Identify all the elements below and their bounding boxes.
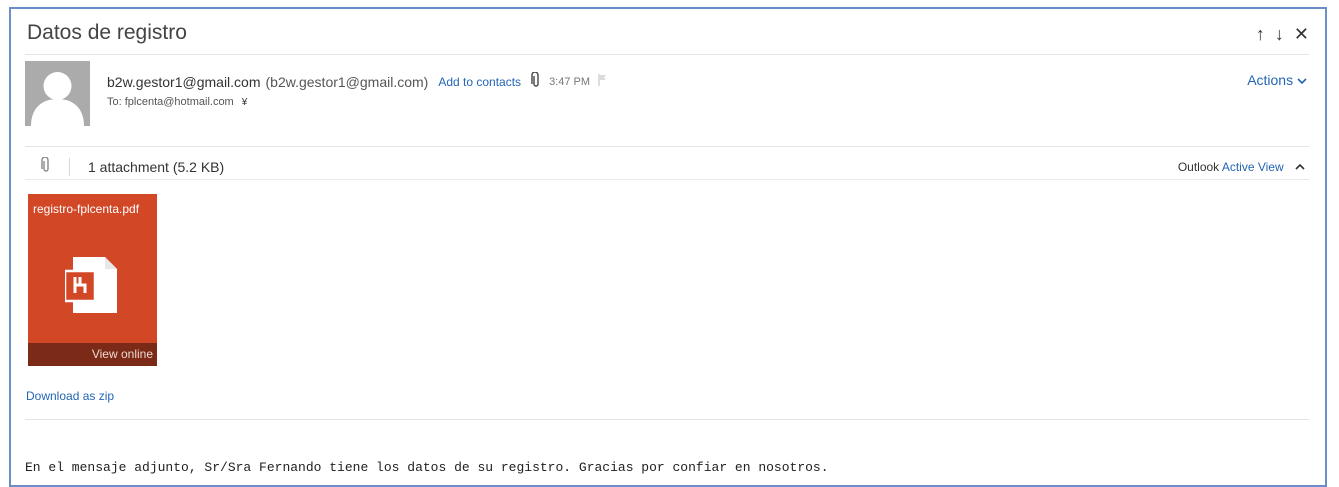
divider bbox=[25, 179, 1309, 180]
recipient-to: To: fplcenta@hotmail.com bbox=[107, 96, 234, 108]
outlook-active-view: Outlook Active View bbox=[1178, 160, 1305, 174]
reading-pane: Datos de registro ↑ ↓ ✕ b2w.gestor1@gmai… bbox=[9, 7, 1327, 487]
view-online-button[interactable]: View online bbox=[28, 343, 157, 366]
attachment-summary: 1 attachment (5.2 KB) bbox=[88, 158, 225, 175]
sender-address: (b2w.gestor1@gmail.com) bbox=[265, 73, 429, 90]
attachment-file-name: registro-fplcenta.pdf bbox=[33, 202, 140, 216]
message-subject: Datos de registro bbox=[27, 21, 187, 44]
attachment-bar: 1 attachment (5.2 KB) bbox=[41, 156, 225, 176]
outlook-label: Outlook bbox=[1177, 160, 1220, 174]
sender-name[interactable]: b2w.gestor1@gmail.com bbox=[107, 74, 261, 90]
divider bbox=[25, 419, 1309, 420]
chevron-up-icon[interactable] bbox=[1295, 162, 1305, 174]
pdf-file-icon bbox=[63, 257, 121, 318]
message-time: 3:47 PM bbox=[549, 75, 591, 88]
attachment-tile[interactable]: registro-fplcenta.pdf View online bbox=[28, 194, 157, 366]
active-view-link[interactable]: Active View bbox=[1222, 160, 1284, 174]
download-zip-link[interactable]: Download as zip bbox=[26, 389, 114, 403]
paperclip-icon bbox=[531, 71, 541, 91]
chevron-down-icon[interactable]: ¥ bbox=[242, 97, 248, 108]
divider bbox=[69, 157, 70, 176]
close-icon[interactable]: ✕ bbox=[1294, 23, 1309, 45]
arrow-up-icon[interactable]: ↑ bbox=[1256, 23, 1265, 45]
recipients-row: To: fplcenta@hotmail.com ¥ bbox=[107, 96, 247, 108]
paperclip-icon bbox=[41, 156, 51, 176]
message-body: En el mensaje adjunto, Sr/Sra Fernando t… bbox=[25, 460, 829, 475]
divider bbox=[25, 54, 1309, 55]
arrow-down-icon[interactable]: ↓ bbox=[1275, 23, 1284, 45]
add-to-contacts-link[interactable]: Add to contacts bbox=[438, 75, 521, 89]
actions-menu[interactable]: Actions bbox=[1247, 72, 1307, 88]
chevron-down-icon bbox=[1297, 72, 1307, 88]
avatar-icon bbox=[25, 61, 90, 126]
actions-label: Actions bbox=[1247, 72, 1294, 88]
divider bbox=[25, 146, 1309, 147]
sender-row: b2w.gestor1@gmail.com (b2w.gestor1@gmail… bbox=[107, 71, 608, 91]
message-nav: ↑ ↓ ✕ bbox=[1256, 23, 1309, 45]
flag-icon[interactable] bbox=[598, 74, 608, 89]
